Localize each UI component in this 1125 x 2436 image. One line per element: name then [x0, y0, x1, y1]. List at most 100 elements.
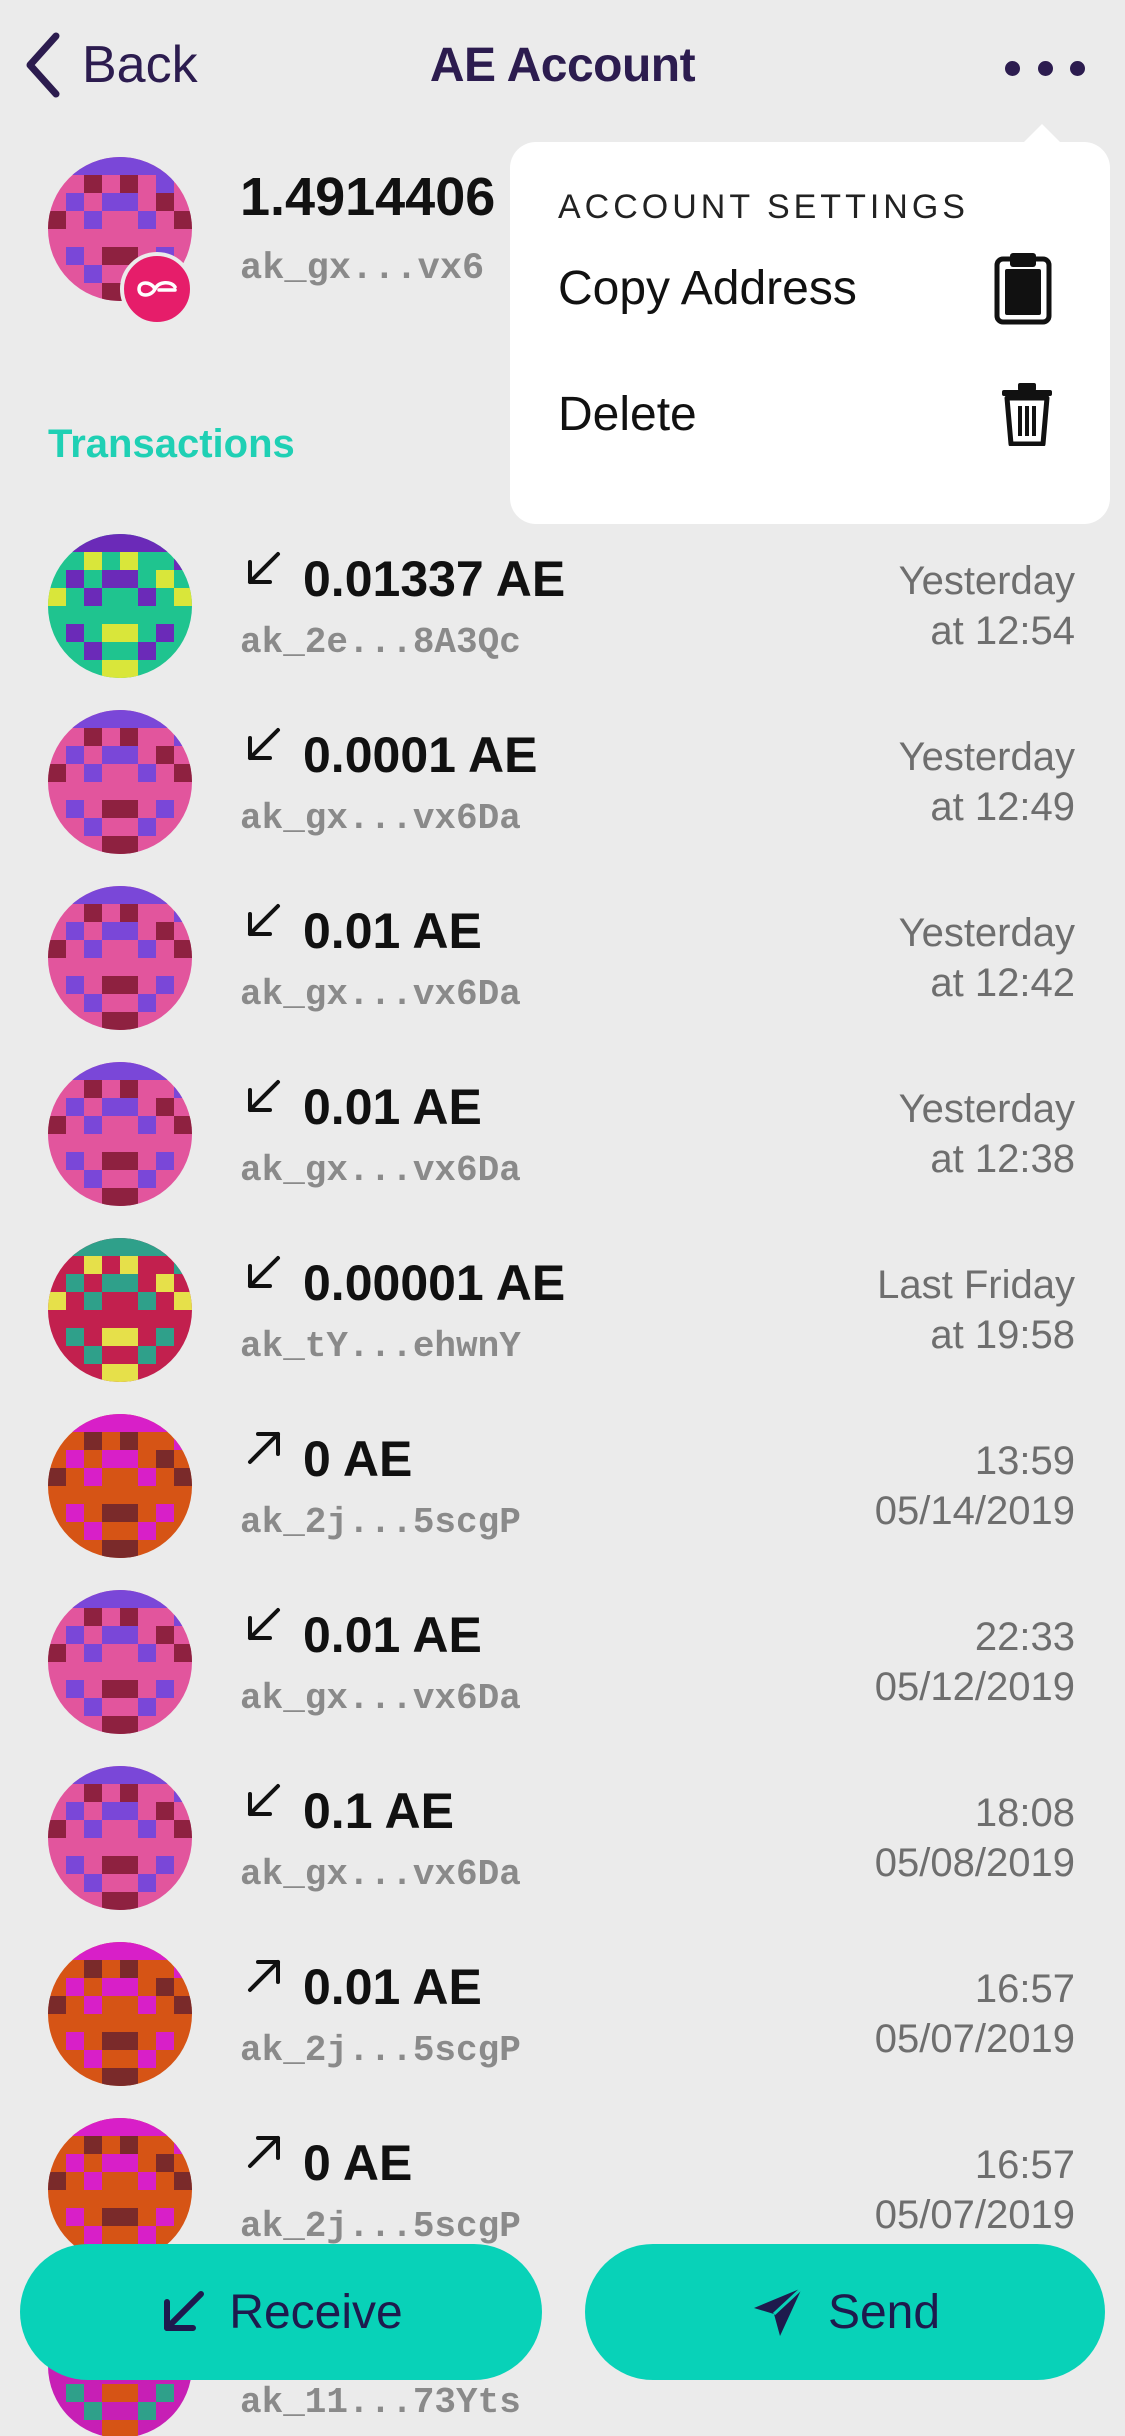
transaction-time: 16:57 05/07/2019	[875, 1964, 1075, 2064]
transaction-time-line2: 05/08/2019	[874, 1841, 1075, 1885]
transaction-time: Yesterday at 12:49	[899, 732, 1075, 832]
account-settings-menu: ACCOUNT SETTINGS Copy Address Delete	[510, 124, 1110, 524]
transactions-heading: Transactions	[48, 422, 295, 466]
transaction-address: ak_2j...5scgP	[240, 2206, 521, 2247]
transaction-row[interactable]: 0.01 AE ak_gx...vx6Da Yesterday at 12:38	[0, 1058, 1125, 1235]
menu-title: ACCOUNT SETTINGS	[558, 188, 969, 226]
incoming-arrow-icon	[248, 728, 280, 760]
transaction-time: Yesterday at 12:38	[899, 1084, 1075, 1184]
transaction-amount: 0.01337 AE	[303, 551, 566, 607]
transaction-row[interactable]: 0.01 AE ak_gx...vx6Da Yesterday at 12:42	[0, 882, 1125, 1059]
transaction-address: ak_gx...vx6Da	[240, 1678, 521, 1719]
transaction-amount: 0.1 AE	[303, 1783, 455, 1839]
transaction-row[interactable]: 0.1 AE ak_gx...vx6Da 18:08 05/08/2019	[0, 1762, 1125, 1939]
transaction-time-line1: Yesterday	[898, 735, 1075, 779]
transaction-amount: 0 AE	[303, 2135, 413, 2191]
identicon-pink	[48, 1062, 192, 1206]
more-dots-icon	[1070, 60, 1085, 76]
trash-icon	[1002, 383, 1052, 446]
transaction-address: ak_2j...5scgP	[240, 2030, 521, 2071]
outgoing-arrow-icon	[248, 1432, 280, 1464]
transaction-amount: 0 AE	[303, 1431, 413, 1487]
transaction-row[interactable]: 0.01337 AE ak_2e...8A3Qc Yesterday at 12…	[0, 530, 1125, 707]
identicon-orange	[48, 1414, 192, 1558]
send-button[interactable]: Send	[585, 2244, 1105, 2380]
transaction-time-line2: 05/07/2019	[874, 2017, 1075, 2061]
transaction-amount: 0.01 AE	[303, 1607, 482, 1663]
identicon-pink	[48, 1766, 192, 1910]
transaction-time-line2: 05/07/2019	[874, 2193, 1075, 2237]
transaction-row[interactable]: 0 AE ak_2j...5scgP 13:59 05/14/2019	[0, 1410, 1125, 1587]
transaction-avatar	[48, 1590, 192, 1734]
transaction-avatar	[48, 1062, 192, 1206]
menu-pointer	[1020, 124, 1064, 146]
transaction-time-line2: 05/12/2019	[874, 1665, 1075, 1709]
more-options-button[interactable]	[1005, 50, 1085, 86]
delete-label: Delete	[558, 387, 697, 441]
transaction-avatar	[48, 1766, 192, 1910]
transaction-amount: 0.00001 AE	[303, 1255, 566, 1311]
incoming-arrow-icon	[248, 904, 280, 936]
transaction-address: ak_gx...vx6Da	[240, 1854, 521, 1895]
transaction-amount: 0.01 AE	[303, 1959, 482, 2015]
transaction-time-line2: at 12:38	[930, 1137, 1075, 1181]
delete-menu-item[interactable]: Delete	[510, 354, 1110, 474]
transaction-time: Last Friday at 19:58	[877, 1260, 1075, 1360]
aeternity-badge	[120, 252, 194, 326]
more-dots-icon	[1037, 60, 1053, 76]
transaction-amount: 0.01 AE	[303, 1079, 482, 1135]
transaction-row[interactable]: 0.01 AE ak_gx...vx6Da 22:33 05/12/2019	[0, 1586, 1125, 1763]
transaction-time: 18:08 05/08/2019	[875, 1788, 1075, 1888]
aeternity-logo-icon	[137, 281, 177, 297]
identicon-pink	[48, 886, 192, 1030]
transaction-time: Yesterday at 12:42	[899, 908, 1075, 1008]
transaction-amount: 0.01 AE	[303, 903, 482, 959]
transaction-row[interactable]: 0.0001 AE ak_gx...vx6Da Yesterday at 12:…	[0, 706, 1125, 883]
transaction-address: ak_gx...vx6Da	[240, 798, 521, 839]
transaction-row[interactable]: 0.01 AE ak_2j...5scgP 16:57 05/07/2019	[0, 1938, 1125, 2115]
outgoing-arrow-icon	[248, 1960, 280, 1992]
copy-address-menu-item[interactable]: Copy Address	[510, 228, 1110, 348]
identicon-orange	[48, 1942, 192, 2086]
transaction-avatar	[48, 1238, 192, 1382]
transaction-avatar	[48, 534, 192, 678]
transaction-avatar	[48, 886, 192, 1030]
transaction-avatar	[48, 1942, 192, 2086]
clipboard-icon	[994, 253, 1052, 325]
identicon-crimson	[48, 1238, 192, 1382]
account-balance: 1.4914406	[240, 167, 496, 227]
transaction-time-line1: 13:59	[974, 1439, 1075, 1483]
transaction-row[interactable]: 0.00001 AE ak_tY...ehwnY Last Friday at …	[0, 1234, 1125, 1411]
copy-address-label: Copy Address	[558, 261, 857, 315]
account-address: ak_gx...vx6	[240, 248, 485, 290]
incoming-arrow-icon	[248, 1784, 280, 1816]
arrow-down-left-icon	[164, 2291, 205, 2331]
transaction-address: ak_gx...vx6Da	[240, 974, 521, 1015]
incoming-arrow-icon	[248, 1608, 280, 1640]
identicon-pink	[48, 1590, 192, 1734]
incoming-arrow-icon	[248, 1256, 280, 1288]
transaction-time: 22:33 05/12/2019	[875, 1612, 1075, 1712]
transaction-time-line1: Yesterday	[898, 559, 1075, 603]
transaction-time-line1: Yesterday	[898, 1087, 1075, 1131]
transaction-time: 13:59 05/14/2019	[875, 1436, 1075, 1536]
outgoing-arrow-icon	[248, 2136, 280, 2168]
transaction-time-line1: 22:33	[974, 1615, 1075, 1659]
transaction-time-line1: Yesterday	[898, 911, 1075, 955]
transaction-time-line1: 16:57	[974, 2143, 1075, 2187]
transaction-address: ak_gx...vx6Da	[240, 1150, 521, 1191]
identicon-orange	[48, 2118, 192, 2262]
transaction-address: ak_11...73Yts	[240, 2382, 521, 2423]
transaction-time-line1: Last Friday	[877, 1263, 1075, 1307]
transaction-time-line2: at 12:49	[930, 785, 1075, 829]
transaction-address: ak_2j...5scgP	[240, 1502, 521, 1543]
page-title: AE Account	[429, 39, 696, 92]
receive-button[interactable]: Receive	[20, 2244, 542, 2380]
transaction-time-line2: 05/14/2019	[874, 1489, 1075, 1533]
identicon-pink	[48, 710, 192, 854]
transaction-address: ak_tY...ehwnY	[240, 1326, 521, 1367]
transaction-time-line2: at 19:58	[930, 1313, 1075, 1357]
more-dots-icon	[1005, 60, 1020, 76]
transaction-time: Yesterday at 12:54	[899, 556, 1075, 656]
transaction-time-line1: 16:57	[974, 1967, 1075, 2011]
